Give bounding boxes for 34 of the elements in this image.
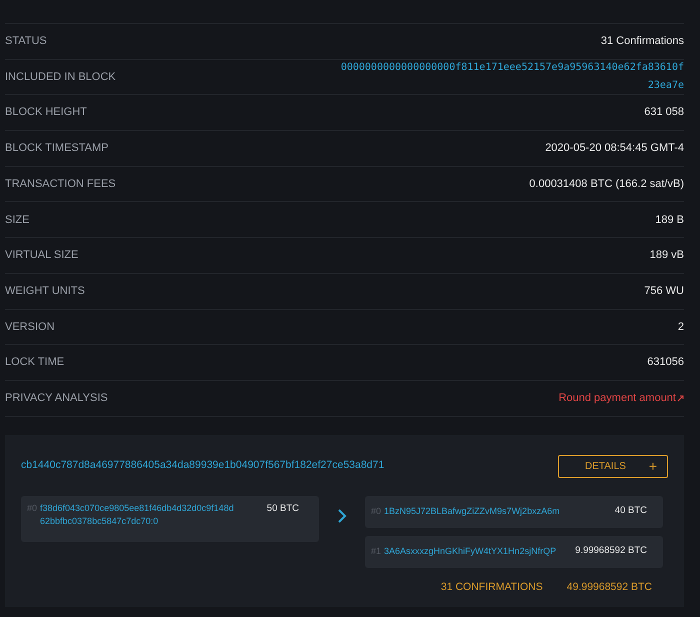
- detail-label: VERSION: [5, 320, 55, 335]
- detail-label: STATUS: [5, 34, 47, 50]
- total-amount: 49.99968592 BTC: [566, 580, 652, 595]
- detail-value: 631 058: [644, 105, 684, 120]
- input-amount: 50 BTC: [266, 502, 299, 516]
- detail-label: VIRTUAL SIZE: [5, 248, 78, 264]
- detail-label: PRIVACY ANALYSIS: [5, 390, 108, 406]
- detail-label: WEIGHT UNITS: [5, 284, 85, 299]
- detail-value: 31 Confirmations: [600, 34, 684, 50]
- block-hash-link[interactable]: 0000000000000000000f811e171eee52157e9a95963140e62fa83610f23ea7e: [339, 59, 684, 96]
- confirmations-label: 31 CONFIRMATIONS: [440, 580, 543, 595]
- detail-value: 189 vB: [650, 248, 684, 264]
- output-address-link[interactable]: 1BzN95J72BLBafwgZiZZvM9s7Wj2bxzA6m: [384, 504, 560, 518]
- output-address-link[interactable]: 3A6AsxxxzgHnGKhiFyW4tYX1Hn2sjNfrQP: [384, 544, 556, 558]
- output-amount: 40 BTC: [614, 504, 647, 518]
- detail-value: 189 B: [655, 212, 684, 228]
- detail-label: BLOCK HEIGHT: [5, 105, 87, 120]
- detail-label: LOCK TIME: [5, 355, 64, 370]
- detail-value: 2020-05-20 08:54:45 GMT-4: [545, 141, 684, 156]
- input-address-link[interactable]: f38d6f043c070ce9805ee81f46db4d32d0c9f148d62bbfbc0378bc5847c7dc70:0: [40, 502, 237, 542]
- detail-label: INCLUDED IN BLOCK: [5, 70, 116, 85]
- detail-label: TRANSACTION FEES: [5, 176, 116, 192]
- detail-value: 0.00031408 BTC (166.2 sat/vB): [529, 176, 684, 192]
- chevron-right-icon: [337, 508, 347, 524]
- detail-label: BLOCK TIMESTAMP: [5, 141, 109, 156]
- txid-link[interactable]: cb1440c787d8a46977886405a34da89939e1b04907f567bf182ef27ce53a8d71: [21, 458, 384, 474]
- detail-value: 2: [678, 320, 684, 335]
- external-link-icon: [677, 394, 684, 402]
- privacy-warning-link[interactable]: Round payment amount: [558, 390, 676, 406]
- details-button[interactable]: DETAILS +: [558, 454, 668, 478]
- detail-value: 756 WU: [644, 284, 684, 299]
- detail-value: 631056: [647, 355, 684, 370]
- output-amount: 9.99968592 BTC: [575, 544, 647, 558]
- detail-label: SIZE: [5, 212, 30, 228]
